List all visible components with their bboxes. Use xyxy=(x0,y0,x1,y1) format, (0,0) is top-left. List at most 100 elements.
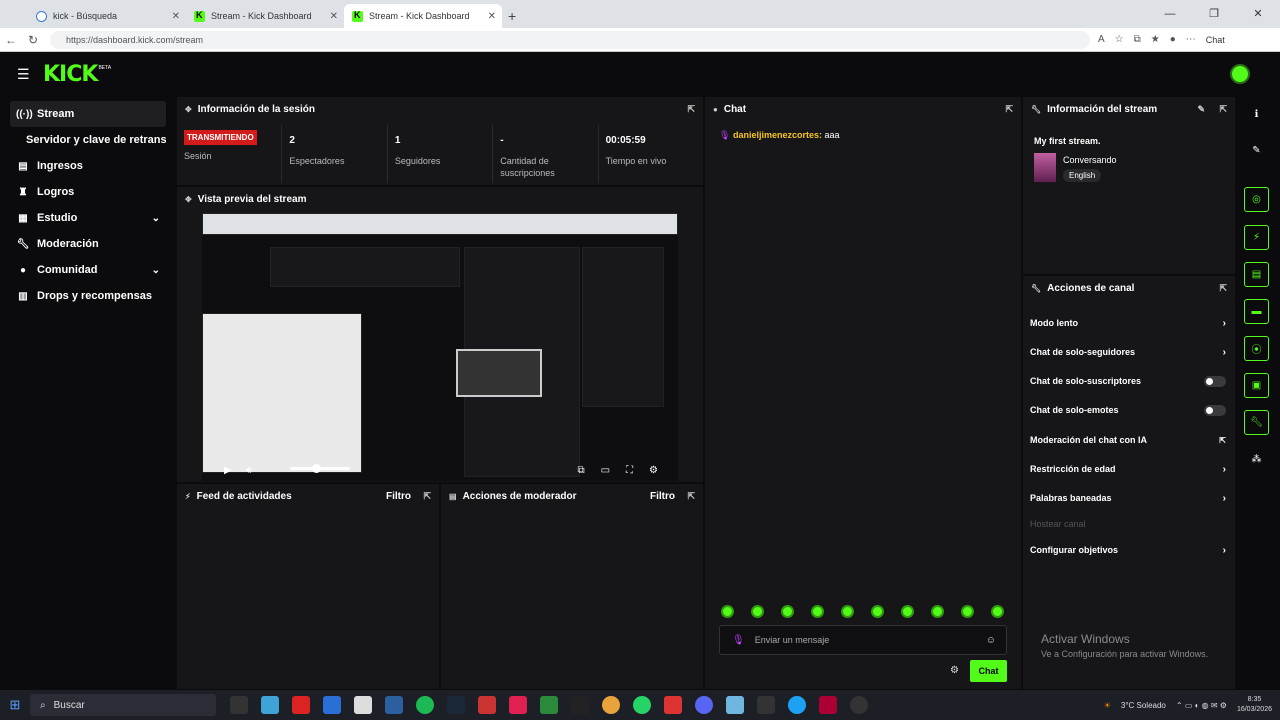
filter-button[interactable]: Filtro xyxy=(650,491,675,502)
epic-games-icon[interactable] xyxy=(571,696,589,714)
extensions-icon[interactable]: ⧉ xyxy=(1134,34,1141,45)
volume-slider-knob[interactable] xyxy=(312,464,321,473)
avatar[interactable] xyxy=(1230,64,1250,84)
emote-icon[interactable] xyxy=(841,605,854,618)
popout-icon[interactable]: ⇱ xyxy=(687,104,695,115)
chrome-icon[interactable] xyxy=(602,696,620,714)
app-icon[interactable] xyxy=(819,696,837,714)
tiktok-icon[interactable] xyxy=(509,696,527,714)
volume-icon[interactable]: 🔊︎ xyxy=(246,465,252,476)
app-icon[interactable] xyxy=(540,696,558,714)
browser-tab[interactable]: Stream - Kick Dashboard ✕ xyxy=(186,4,344,28)
app-icon[interactable] xyxy=(354,696,372,714)
info-icon[interactable]: ℹ xyxy=(1244,102,1269,127)
action-banned-words[interactable]: Palabras baneadas › xyxy=(1030,488,1226,508)
chat-settings-icon[interactable]: ⚙ xyxy=(950,665,959,676)
sidebar-item-ingresos[interactable]: ▤ Ingresos xyxy=(10,153,166,179)
taskbar-search[interactable]: ⌕ Buscar xyxy=(30,694,216,716)
edit-pencil-icon[interactable]: ✎ xyxy=(1244,138,1269,163)
sidebar-item-moderacion[interactable]: 🔧︎ Moderación xyxy=(10,231,166,257)
chat-input[interactable]: 🎙︎ Enviar un mensaje ☺ xyxy=(719,625,1007,655)
chat-username[interactable]: danieljimenezcortes xyxy=(733,130,819,140)
more-icon[interactable]: ⋯ xyxy=(1186,34,1196,45)
favorites-icon[interactable]: ★ xyxy=(1151,34,1160,45)
store-icon[interactable] xyxy=(323,696,341,714)
camera-icon[interactable]: ◎ xyxy=(1244,187,1269,212)
tray-icons[interactable]: ⌃ ▭ ◐ ◍ ✉ ⚙ xyxy=(1176,701,1227,710)
action-age-restriction[interactable]: Restricción de edad › xyxy=(1030,459,1226,479)
share-icon[interactable]: ⁂ xyxy=(1244,447,1269,472)
url-field[interactable]: https://dashboard.kick.com/stream xyxy=(50,30,1090,49)
action-configure-goals[interactable]: Configurar objetivos › xyxy=(1030,540,1226,560)
popout-icon[interactable]: ⇱ xyxy=(1219,104,1227,115)
action-emotes-only[interactable]: Chat de solo-emotes xyxy=(1030,400,1226,420)
favorite-icon[interactable]: ☆ xyxy=(1115,34,1124,45)
popout-icon[interactable]: ⇱ xyxy=(423,491,431,502)
stream-preview-video[interactable]: ▶ 🔊︎ ⧉ ▭ ⛶ ⚙ xyxy=(202,213,678,481)
lightning-icon[interactable]: ⚡︎ xyxy=(1244,225,1269,250)
emoji-icon[interactable]: ☺ xyxy=(986,635,996,646)
capcut-icon[interactable] xyxy=(757,696,775,714)
copilot-icon[interactable] xyxy=(261,696,279,714)
task-view-icon[interactable] xyxy=(230,696,248,714)
kick-logo[interactable]: KICK xyxy=(43,62,98,87)
emote-icon[interactable] xyxy=(751,605,764,618)
close-icon[interactable]: ✕ xyxy=(488,11,496,22)
emote-icon[interactable] xyxy=(781,605,794,618)
media-icon[interactable]: ▣ xyxy=(1244,373,1269,398)
close-icon[interactable]: ✕ xyxy=(172,11,180,22)
emote-icon[interactable] xyxy=(871,605,884,618)
drag-handle-icon[interactable]: ✥ xyxy=(185,105,192,114)
clock[interactable]: 8:35 16/03/2026 xyxy=(1237,695,1272,715)
reload-icon[interactable]: ↻ xyxy=(22,33,44,47)
picture-in-picture-icon[interactable]: ⧉ xyxy=(577,465,584,476)
app-icon[interactable] xyxy=(726,696,744,714)
app-icon[interactable] xyxy=(385,696,403,714)
play-icon[interactable]: ▶ xyxy=(224,465,232,476)
wrench-icon[interactable]: 🔧︎ xyxy=(1244,410,1269,435)
drag-handle-icon[interactable]: ✥ xyxy=(185,195,192,204)
popout-icon[interactable]: ⇱ xyxy=(687,491,695,502)
action-subscribers-only[interactable]: Chat de solo-suscriptores xyxy=(1030,371,1226,391)
menu-icon[interactable]: ☰ xyxy=(17,66,31,83)
back-icon[interactable]: ← xyxy=(0,33,22,47)
subscribers-only-toggle[interactable] xyxy=(1204,375,1226,387)
windows-start-icon[interactable]: ⊞ xyxy=(0,697,30,713)
copilot-chat-button[interactable]: Chat xyxy=(1206,35,1225,45)
obs-icon[interactable] xyxy=(850,696,868,714)
broadcast-icon[interactable]: ⦿ xyxy=(1244,336,1269,361)
maximize-icon[interactable]: ❐ xyxy=(1192,0,1236,28)
send-chat-button[interactable]: Chat xyxy=(970,660,1007,682)
sidebar-item-comunidad[interactable]: ● Comunidad ⌄ xyxy=(10,257,166,283)
emote-icon[interactable] xyxy=(991,605,1004,618)
new-tab-icon[interactable]: + xyxy=(508,8,516,24)
browser-tab[interactable]: kick - Búsqueda ✕ xyxy=(28,4,186,28)
filter-button[interactable]: Filtro xyxy=(386,491,411,502)
steam-icon[interactable] xyxy=(447,696,465,714)
sidebar-item-estudio[interactable]: ▦ Estudio ⌄ xyxy=(10,205,166,231)
sidebar-item-stream[interactable]: ((·)) Stream xyxy=(10,101,166,127)
popout-icon[interactable]: ⇱ xyxy=(1219,283,1227,294)
action-ai-moderation[interactable]: Moderación del chat con IA ⇱ xyxy=(1030,430,1226,450)
close-icon[interactable]: ✕ xyxy=(330,11,338,22)
spotify-icon[interactable] xyxy=(416,696,434,714)
edge-icon[interactable] xyxy=(788,696,806,714)
whatsapp-icon[interactable] xyxy=(633,696,651,714)
discord-icon[interactable] xyxy=(695,696,713,714)
youtube-icon[interactable] xyxy=(292,696,310,714)
weather-text[interactable]: 3°C Soleado xyxy=(1121,701,1166,710)
read-aloud-icon[interactable]: A xyxy=(1098,34,1105,45)
chat-bubble-icon[interactable]: ▬ xyxy=(1244,299,1269,324)
action-followers-only[interactable]: Chat de solo-seguidores › xyxy=(1030,342,1226,362)
popout-icon[interactable]: ⇱ xyxy=(1005,104,1013,115)
sidebar-item-stream-key[interactable]: Servidor y clave de retransmisión xyxy=(10,127,166,153)
emote-icon[interactable] xyxy=(901,605,914,618)
action-slow-mode[interactable]: Modo lento › xyxy=(1030,313,1226,333)
document-icon[interactable]: ▤ xyxy=(1244,262,1269,287)
emotes-only-toggle[interactable] xyxy=(1204,404,1226,416)
edit-pencil-icon[interactable]: ✎ xyxy=(1197,104,1205,115)
settings-gear-icon[interactable]: ⚙ xyxy=(649,465,658,476)
emote-icon[interactable] xyxy=(961,605,974,618)
close-window-icon[interactable]: ✕ xyxy=(1236,0,1280,28)
profile-icon[interactable]: ● xyxy=(1170,34,1176,45)
